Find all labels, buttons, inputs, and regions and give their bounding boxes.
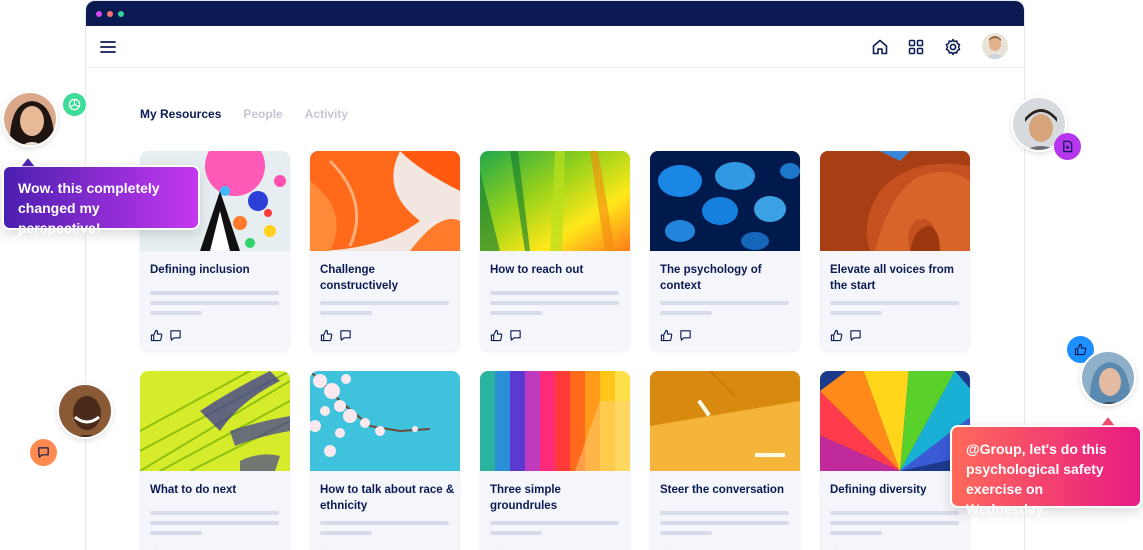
tab-activity[interactable]: Activity [305, 107, 348, 121]
chat-bubble-right: @Group, let's do this psychological safe… [950, 425, 1142, 517]
resource-card[interactable]: Steer the conversation [650, 371, 800, 550]
resource-card[interactable]: How to reach out [480, 151, 630, 351]
comment-icon[interactable] [849, 329, 862, 342]
resource-card[interactable]: Defining diversity [820, 371, 970, 550]
card-actions [490, 329, 522, 342]
thumbs-up-icon[interactable] [660, 329, 673, 342]
resource-card[interactable]: Challenge constructively [310, 151, 460, 351]
thumbs-up-icon[interactable] [490, 329, 503, 342]
placeholder-line [150, 291, 279, 295]
top-toolbar [86, 26, 1024, 68]
resource-grid: Defining inclusion Challenge constructiv… [140, 151, 970, 550]
tab-people[interactable]: People [243, 107, 282, 121]
hamburger-menu-icon[interactable] [98, 37, 118, 57]
card-image [650, 151, 800, 251]
thumbs-up-icon[interactable] [150, 329, 163, 342]
placeholder-line [320, 301, 449, 305]
avatar-woman-right [1080, 350, 1136, 406]
placeholder-line [830, 521, 959, 525]
avatar-man-left [57, 383, 113, 439]
placeholder-line [830, 311, 882, 315]
card-actions [320, 329, 352, 342]
placeholder-line [490, 311, 542, 315]
card-actions [660, 329, 692, 342]
avatar-woman-left [2, 91, 58, 147]
comment-icon[interactable] [509, 329, 522, 342]
chatgpt-icon [61, 91, 88, 118]
resource-tabs: My Resources People Activity [140, 107, 348, 121]
card-title: Defining inclusion [150, 264, 250, 276]
card-image [310, 371, 460, 471]
card-title: Three simple groundrules [490, 484, 561, 512]
bubble-pointer [1099, 415, 1117, 426]
window-dot-minimize[interactable] [107, 11, 113, 17]
placeholder-line [660, 531, 712, 535]
card-image [480, 151, 630, 251]
window-dot-maximize[interactable] [118, 11, 124, 17]
resource-card[interactable]: How to talk about race & ethnicity [310, 371, 460, 550]
resource-card[interactable]: Elevate all voices from the start [820, 151, 970, 351]
placeholder-line [150, 301, 279, 305]
bubble-pointer [19, 156, 37, 167]
resource-card[interactable]: The psychology of context [650, 151, 800, 351]
tab-my-resources[interactable]: My Resources [140, 107, 221, 121]
app-window: My Resources People Activity Defining in… [85, 0, 1025, 550]
card-title: The psychology of context [660, 264, 762, 292]
card-title: Challenge constructively [320, 264, 398, 292]
placeholder-line [660, 301, 789, 305]
card-title: How to reach out [490, 264, 584, 276]
placeholder-line [490, 291, 619, 295]
card-title: How to talk about race & ethnicity [320, 484, 455, 512]
card-title: What to do next [150, 484, 237, 496]
comment-icon[interactable] [679, 329, 692, 342]
comment-icon[interactable] [339, 329, 352, 342]
placeholder-line [150, 511, 279, 515]
comment-badge-icon [30, 439, 57, 466]
placeholder-line [320, 531, 372, 535]
user-avatar[interactable] [982, 33, 1008, 59]
placeholder-line [830, 511, 959, 515]
placeholder-line [660, 521, 789, 525]
card-title: Defining diversity [830, 484, 927, 496]
card-title: Elevate all voices from the start [830, 264, 955, 292]
thumbs-up-icon[interactable] [320, 329, 333, 342]
marketing-stage: My Resources People Activity Defining in… [0, 0, 1143, 550]
placeholder-line [660, 511, 789, 515]
grid-icon[interactable] [906, 37, 926, 57]
placeholder-line [490, 531, 542, 535]
placeholder-line [490, 521, 619, 525]
gear-icon[interactable] [943, 37, 963, 57]
placeholder-line [490, 301, 619, 305]
comment-icon[interactable] [169, 329, 182, 342]
card-image [140, 371, 290, 471]
card-image [650, 371, 800, 471]
placeholder-line [150, 521, 279, 525]
placeholder-line [150, 311, 202, 315]
thumbs-up-icon[interactable] [830, 329, 843, 342]
home-icon[interactable] [870, 37, 890, 57]
placeholder-line [320, 521, 449, 525]
document-badge-icon [1054, 133, 1081, 160]
card-title: Steer the conversation [660, 484, 784, 496]
chat-bubble-left-text: Wow. this completely changed my perspect… [18, 180, 160, 236]
placeholder-line [830, 531, 882, 535]
chat-bubble-left: Wow. this completely changed my perspect… [2, 165, 200, 236]
card-actions [830, 329, 862, 342]
card-actions [150, 329, 182, 342]
card-image [820, 151, 970, 251]
placeholder-line [830, 301, 959, 305]
resource-card[interactable]: What to do next [140, 371, 290, 550]
card-image [820, 371, 970, 471]
resource-card[interactable]: Three simple groundrules [480, 371, 630, 550]
placeholder-line [660, 311, 712, 315]
card-image [310, 151, 460, 251]
title-bar [86, 1, 1024, 26]
card-image [480, 371, 630, 471]
chat-bubble-right-text: @Group, let's do this psychological safe… [966, 441, 1107, 517]
placeholder-line [320, 311, 372, 315]
placeholder-line [150, 531, 202, 535]
window-dot-close[interactable] [96, 11, 102, 17]
